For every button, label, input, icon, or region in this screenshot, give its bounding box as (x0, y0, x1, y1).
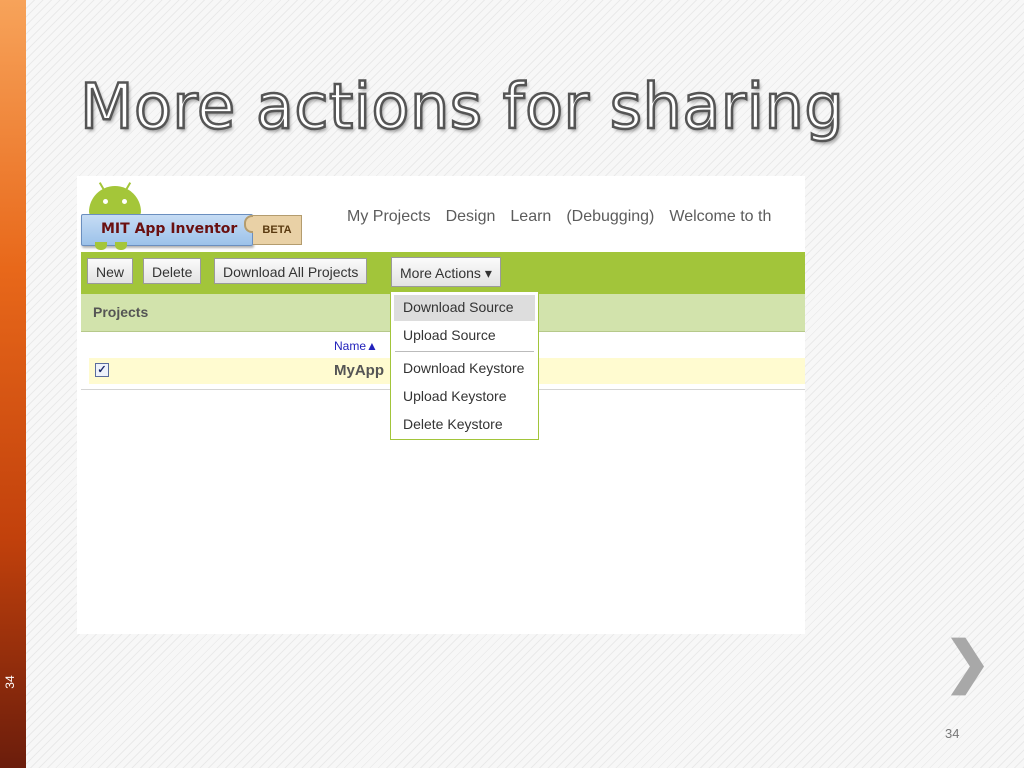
more-actions-button[interactable]: More Actions ▾ (391, 257, 501, 287)
side-accent-bar (0, 0, 26, 768)
nav-my-projects[interactable]: My Projects (347, 208, 431, 225)
project-name[interactable]: MyApp (334, 362, 384, 379)
project-toolbar: New Delete Download All Projects More Ac… (81, 252, 805, 294)
nav-design[interactable]: Design (446, 208, 496, 225)
projects-title: Projects (93, 304, 149, 320)
app-inventor-screenshot: MIT App Inventor BETA My Projects Design L… (77, 176, 805, 634)
nav-welcome: Welcome to th (669, 208, 772, 225)
slide-title: More actions for sharing (79, 69, 845, 145)
top-nav: My Projects Design Learn (Debugging) Welcome… (347, 208, 786, 226)
menu-item-delete-keystore[interactable]: Delete Keystore (403, 416, 503, 432)
row-checkbox[interactable]: ✓ (95, 363, 109, 377)
page-number: 34 (945, 726, 960, 741)
side-slide-number: 34 (3, 675, 17, 689)
nav-learn[interactable]: Learn (510, 208, 551, 225)
menu-item-download-keystore[interactable]: Download Keystore (403, 360, 524, 376)
name-column-header[interactable]: Name▲ (334, 339, 378, 353)
beta-badge: BETA (253, 215, 302, 245)
next-slide-arrow-icon[interactable]: ❯ (944, 634, 991, 690)
menu-item-upload-source[interactable]: Upload Source (403, 327, 496, 343)
menu-divider (395, 351, 534, 352)
download-all-projects-button[interactable]: Download All Projects (214, 258, 368, 284)
new-button[interactable]: New (87, 258, 134, 284)
delete-button[interactable]: Delete (143, 258, 202, 284)
more-actions-menu: Download Source Upload Source Download K… (390, 291, 539, 440)
app-inventor-logo: MIT App Inventor BETA (81, 182, 311, 254)
logo-text: MIT App Inventor (101, 221, 238, 237)
menu-item-download-source[interactable]: Download Source (403, 299, 514, 315)
nav-debugging[interactable]: (Debugging) (566, 208, 654, 225)
android-robot-icon (89, 182, 141, 216)
menu-item-upload-keystore[interactable]: Upload Keystore (403, 388, 507, 404)
